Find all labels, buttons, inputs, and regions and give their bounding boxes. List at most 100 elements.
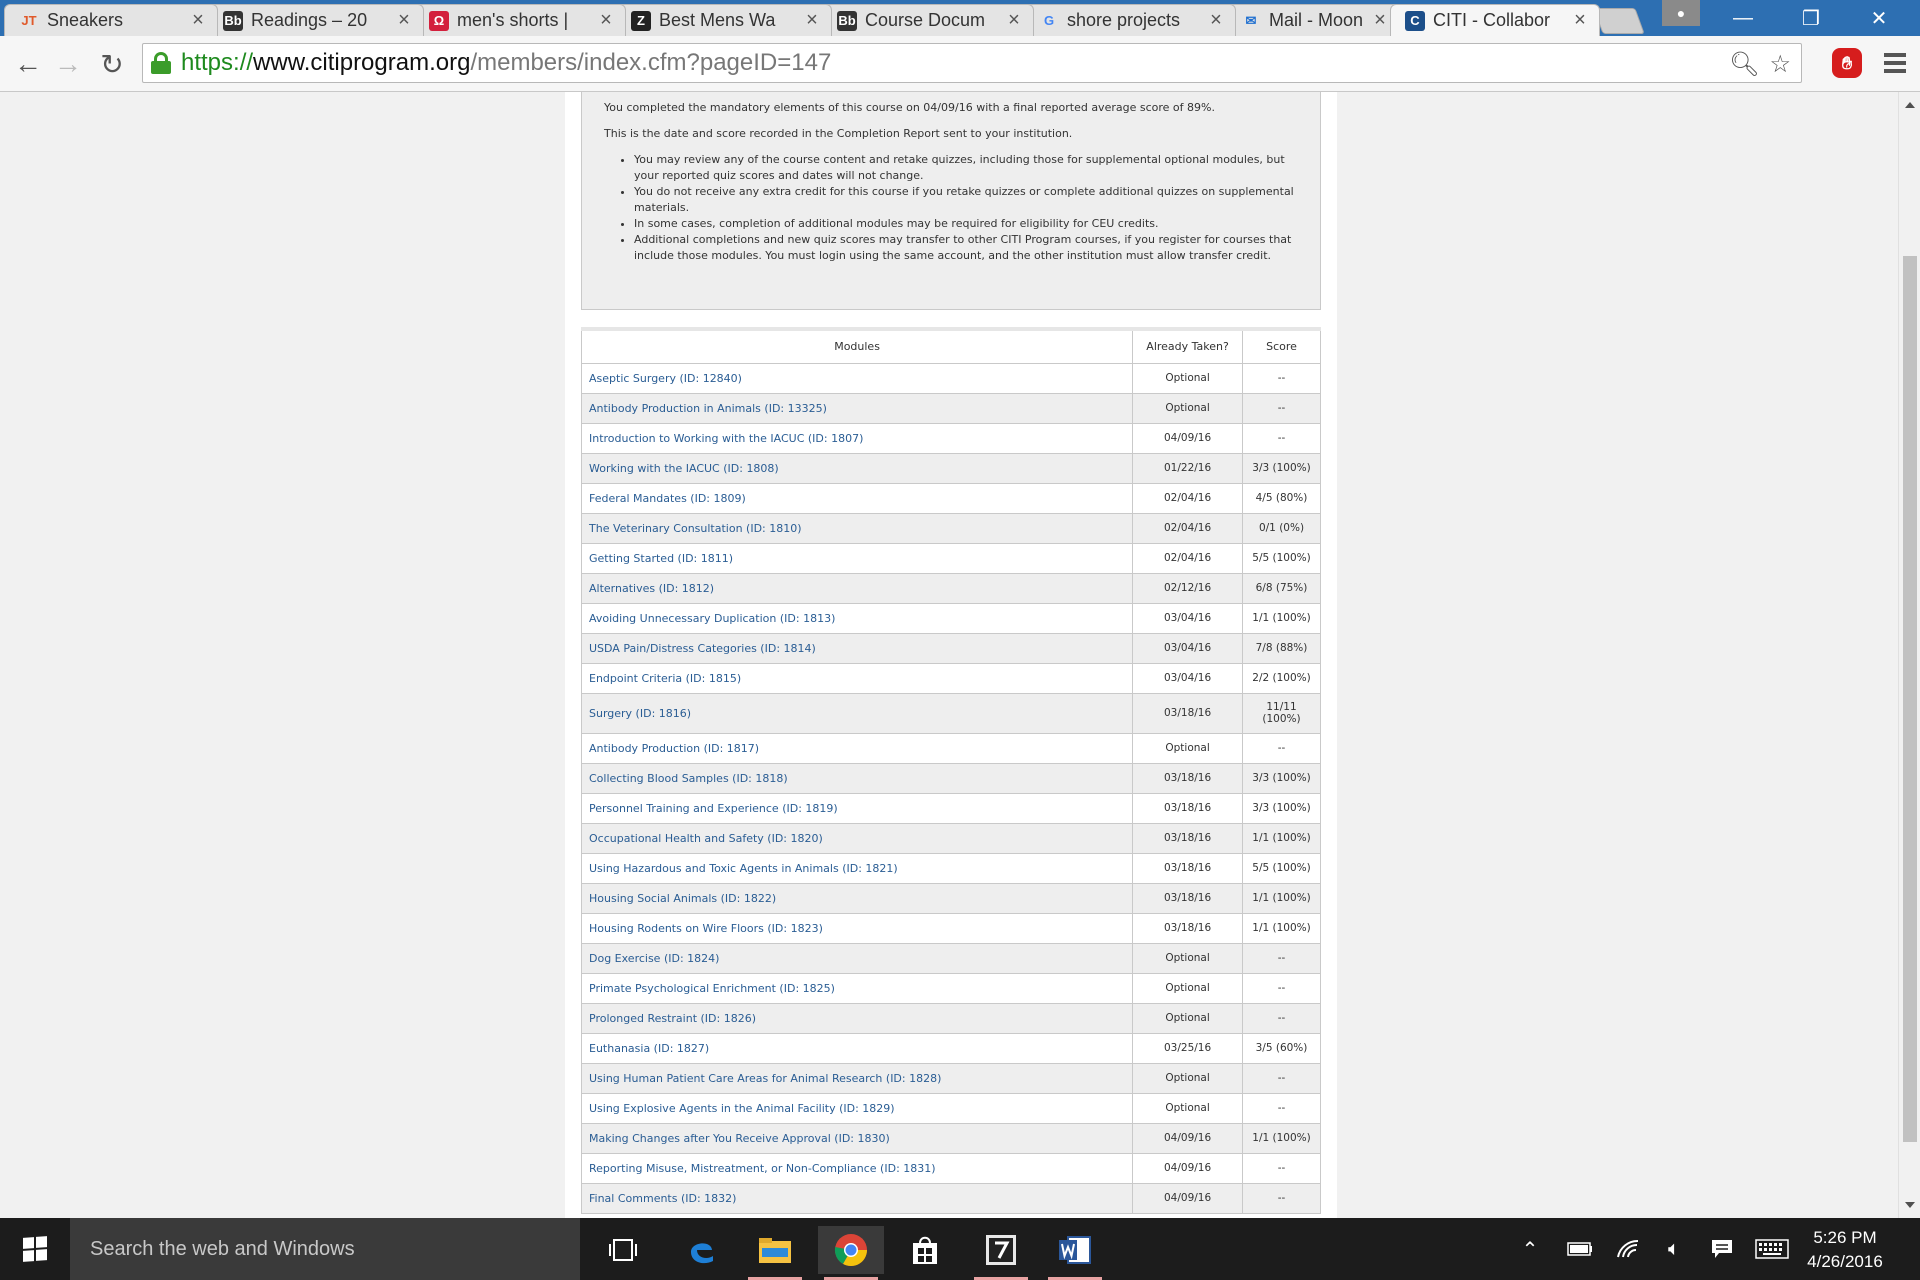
minimize-button[interactable]: — xyxy=(1710,0,1776,36)
score-cell: 3/3 (100%) xyxy=(1242,452,1321,484)
scroll-thumb[interactable] xyxy=(1903,256,1917,1142)
table-row: Reporting Misuse, Mistreatment, or Non-C… xyxy=(580,1152,1321,1184)
tab-close-icon[interactable]: × xyxy=(1005,9,1023,32)
module-link[interactable]: Dog Exercise (ID: 1824) xyxy=(580,942,1134,974)
tab-title: CITI - Collabor xyxy=(1433,10,1551,30)
forward-arrow-icon[interactable]: → xyxy=(50,46,86,82)
module-link[interactable]: Personnel Training and Experience (ID: 1… xyxy=(580,792,1134,824)
module-link[interactable]: Using Hazardous and Toxic Agents in Anim… xyxy=(580,852,1134,884)
tab-favicon-icon: Bb xyxy=(223,10,243,31)
module-link[interactable]: Using Human Patient Care Areas for Anima… xyxy=(580,1062,1134,1094)
module-link[interactable]: Final Comments (ID: 1832) xyxy=(580,1182,1134,1214)
module-link[interactable]: Alternatives (ID: 1812) xyxy=(580,572,1134,604)
show-hidden-icons-chevron-icon[interactable]: ⌃ xyxy=(1516,1218,1544,1280)
module-link[interactable]: Using Explosive Agents in the Animal Fac… xyxy=(580,1092,1134,1124)
store-icon[interactable] xyxy=(892,1226,958,1274)
tab-close-icon[interactable]: × xyxy=(1571,9,1589,32)
app-icon[interactable] xyxy=(968,1226,1034,1280)
wifi-icon[interactable] xyxy=(1610,1218,1646,1280)
url-text[interactable]: https://www.citiprogram.org/members/inde… xyxy=(181,49,831,77)
tab-close-icon[interactable]: × xyxy=(597,9,615,32)
task-view-icon[interactable] xyxy=(590,1226,656,1274)
action-center-icon[interactable] xyxy=(1704,1218,1740,1280)
reload-icon[interactable]: ↻ xyxy=(94,46,130,82)
browser-tab[interactable]: C CITI - Collabor × xyxy=(1390,4,1600,36)
browser-tab[interactable]: ✉ Mail - Moon, J × xyxy=(1226,4,1400,36)
profile-icon[interactable]: ● xyxy=(1662,0,1700,26)
notice-bullet: You may review any of the course content… xyxy=(634,152,1298,184)
module-link[interactable]: Federal Mandates (ID: 1809) xyxy=(580,482,1134,514)
already-taken-cell: Optional xyxy=(1132,392,1244,424)
module-link[interactable]: Surgery (ID: 1816) xyxy=(580,692,1134,734)
module-link[interactable]: Making Changes after You Receive Approva… xyxy=(580,1122,1134,1154)
score-cell: 1/1 (100%) xyxy=(1242,1122,1321,1154)
module-link[interactable]: Avoiding Unnecessary Duplication (ID: 18… xyxy=(580,602,1134,634)
module-link[interactable]: Aseptic Surgery (ID: 12840) xyxy=(580,362,1134,394)
score-cell: -- xyxy=(1242,1152,1321,1184)
module-link[interactable]: Antibody Production in Animals (ID: 1332… xyxy=(580,392,1134,424)
bookmark-star-icon[interactable]: ☆ xyxy=(1769,50,1791,79)
adblock-icon[interactable]: ✋︎ xyxy=(1832,48,1862,78)
module-link[interactable]: Working with the IACUC (ID: 1808) xyxy=(580,452,1134,484)
module-link[interactable]: Housing Rodents on Wire Floors (ID: 1823… xyxy=(580,912,1134,944)
module-link[interactable]: Endpoint Criteria (ID: 1815) xyxy=(580,662,1134,694)
table-row: Avoiding Unnecessary Duplication (ID: 18… xyxy=(580,602,1321,634)
scroll-up-arrow-icon[interactable] xyxy=(1905,102,1915,108)
module-link[interactable]: Introduction to Working with the IACUC (… xyxy=(580,422,1134,454)
browser-tab[interactable]: Bb Course Docum × xyxy=(822,4,1034,36)
module-link[interactable]: Housing Social Animals (ID: 1822) xyxy=(580,882,1134,914)
tab-close-icon[interactable]: × xyxy=(1371,9,1389,32)
already-taken-cell: 03/18/16 xyxy=(1132,852,1244,884)
file-explorer-icon[interactable] xyxy=(742,1226,808,1280)
system-clock[interactable]: 5:26 PM 4/26/2016 xyxy=(1790,1226,1900,1274)
module-link[interactable]: The Veterinary Consultation (ID: 1810) xyxy=(580,512,1134,544)
restore-button[interactable]: ❐ xyxy=(1778,0,1844,36)
chrome-menu-icon[interactable] xyxy=(1880,48,1910,78)
tab-close-icon[interactable]: × xyxy=(1207,9,1225,32)
score-cell: -- xyxy=(1242,392,1321,424)
browser-tab[interactable]: Ωmen's shorts | × xyxy=(414,4,626,36)
module-link[interactable]: Getting Started (ID: 1811) xyxy=(580,542,1134,574)
module-link[interactable]: Euthanasia (ID: 1827) xyxy=(580,1032,1134,1064)
module-link[interactable]: Occupational Health and Safety (ID: 1820… xyxy=(580,822,1134,854)
module-link[interactable]: Reporting Misuse, Mistreatment, or Non-C… xyxy=(580,1152,1134,1184)
score-cell: 5/5 (100%) xyxy=(1242,542,1321,574)
already-taken-cell: 02/04/16 xyxy=(1132,482,1244,514)
tab-close-icon[interactable]: × xyxy=(803,9,821,32)
tab-favicon-icon: G xyxy=(1043,13,1055,28)
volume-icon[interactable]: 🔈︎ xyxy=(1656,1218,1692,1280)
windows-taskbar: Search the web and Windows ⌃ 🔈︎ 5:26 PM … xyxy=(0,1218,1920,1280)
table-row: USDA Pain/Distress Categories (ID: 1814)… xyxy=(580,632,1321,664)
back-arrow-icon[interactable]: ← xyxy=(10,46,46,82)
browser-tab[interactable]: Gshore projects × xyxy=(1024,4,1236,36)
module-link[interactable]: Antibody Production (ID: 1817) xyxy=(580,732,1134,764)
already-taken-cell: 03/18/16 xyxy=(1132,792,1244,824)
already-taken-cell: 02/04/16 xyxy=(1132,542,1244,574)
taskbar-search-box[interactable]: Search the web and Windows xyxy=(70,1218,580,1280)
edge-icon[interactable] xyxy=(668,1226,734,1274)
table-row: Final Comments (ID: 1832) 04/09/16 -- xyxy=(580,1182,1321,1214)
browser-tab[interactable]: Bb Readings – 20 × xyxy=(208,4,424,36)
table-row: Antibody Production in Animals (ID: 1332… xyxy=(580,392,1321,424)
close-window-button[interactable]: ✕ xyxy=(1846,0,1912,36)
new-tab-button[interactable] xyxy=(1593,8,1645,34)
scroll-down-arrow-icon[interactable] xyxy=(1905,1202,1915,1208)
browser-tab[interactable]: JT Sneakers × xyxy=(4,4,218,36)
chrome-icon[interactable] xyxy=(818,1226,884,1280)
tab-close-icon[interactable]: × xyxy=(395,9,413,32)
module-link[interactable]: USDA Pain/Distress Categories (ID: 1814) xyxy=(580,632,1134,664)
word-icon[interactable] xyxy=(1042,1226,1108,1280)
tab-close-icon[interactable]: × xyxy=(189,9,207,32)
keyboard-icon[interactable] xyxy=(1752,1218,1792,1280)
module-link[interactable]: Prolonged Restraint (ID: 1826) xyxy=(580,1002,1134,1034)
score-cell: 1/1 (100%) xyxy=(1242,882,1321,914)
browser-tab[interactable]: Z Best Mens Wa × xyxy=(616,4,832,36)
table-row: Working with the IACUC (ID: 1808) 01/22/1… xyxy=(580,452,1321,484)
vertical-scrollbar[interactable] xyxy=(1898,92,1920,1218)
battery-icon[interactable] xyxy=(1562,1218,1598,1280)
module-link[interactable]: Collecting Blood Samples (ID: 1818) xyxy=(580,762,1134,794)
start-button[interactable] xyxy=(0,1218,70,1280)
module-link[interactable]: Primate Psychological Enrichment (ID: 18… xyxy=(580,972,1134,1004)
zoom-icon[interactable]: 🔍︎ xyxy=(1729,50,1759,79)
address-bar[interactable]: https://www.citiprogram.org/members/inde… xyxy=(142,43,1802,83)
